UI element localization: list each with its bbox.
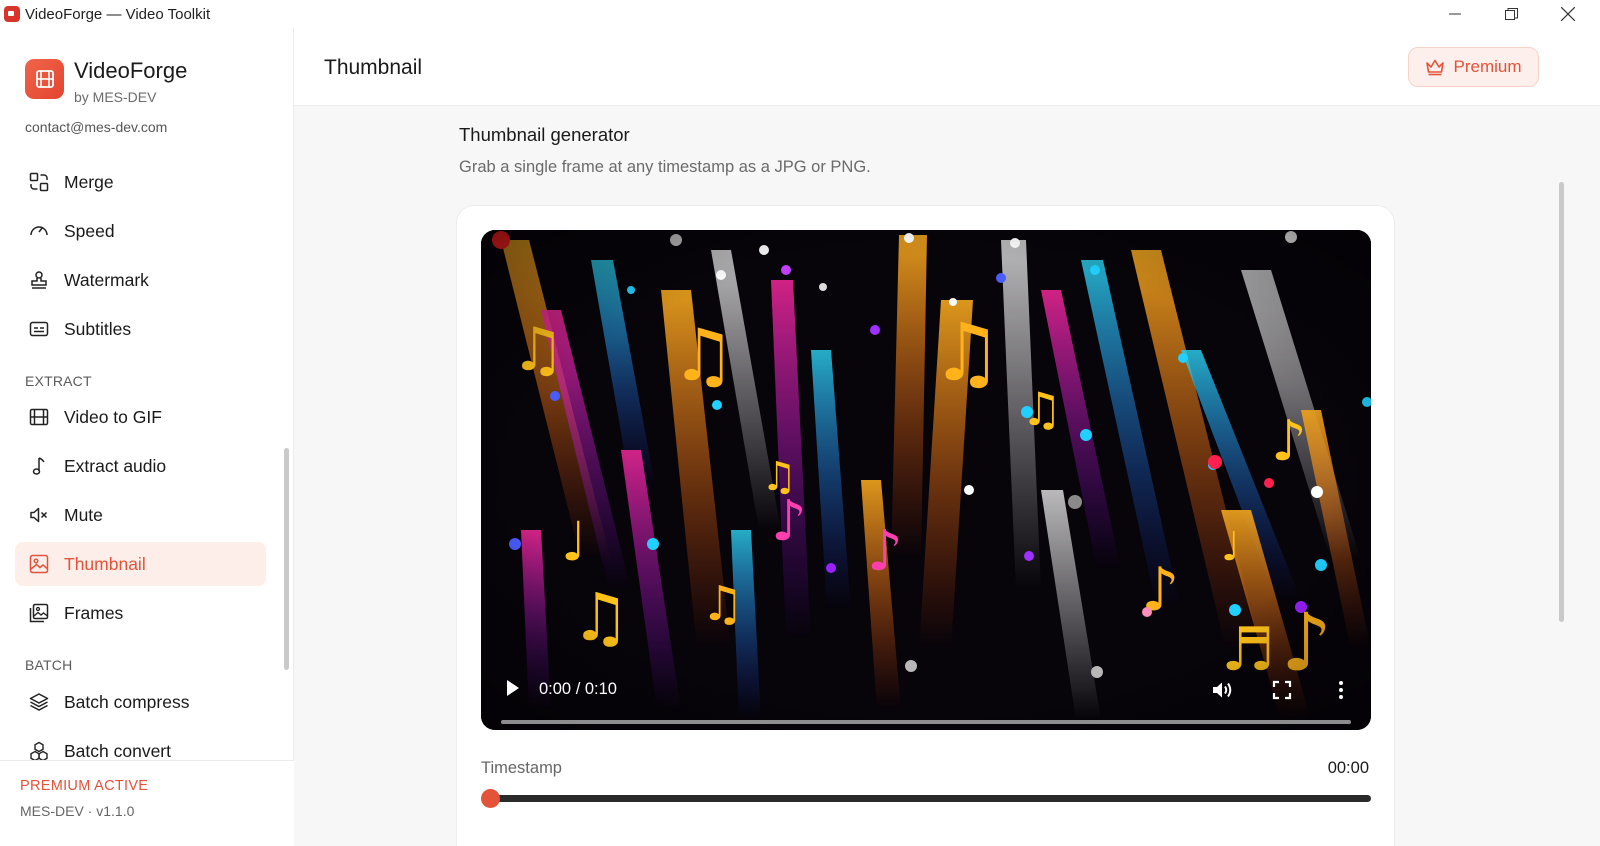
video-controls: 0:00 / 0:10	[481, 650, 1371, 730]
sidebar-item-label: Extract audio	[64, 455, 167, 476]
sidebar-item-label: Video to GIF	[64, 406, 162, 427]
premium-status: PREMIUM ACTIVE	[20, 778, 149, 794]
fullscreen-button[interactable]	[1272, 680, 1292, 700]
gauge-icon	[30, 226, 48, 236]
crown-icon	[1426, 59, 1445, 76]
image-icon	[29, 554, 49, 574]
sidebar-item-speed[interactable]: Speed	[15, 209, 266, 253]
header: Thumbnail Premium	[294, 28, 1600, 106]
sidebar-item-watermark[interactable]: Watermark	[15, 258, 266, 302]
title-bar: VideoForge — Video Toolkit	[0, 0, 1600, 28]
page-title: Thumbnail	[324, 56, 423, 79]
sidebar-item-frames[interactable]: Frames	[15, 591, 266, 635]
merge-icon	[29, 172, 49, 192]
section-label-batch: BATCH	[25, 657, 73, 673]
film-icon	[35, 70, 54, 88]
film-icon	[29, 408, 49, 426]
play-button[interactable]	[503, 676, 523, 700]
section-title: Thumbnail generator	[459, 124, 630, 145]
close-icon	[1561, 7, 1575, 21]
sidebar-item-label: Merge	[64, 171, 114, 192]
sidebar-item-video-to-gif[interactable]: Video to GIF	[15, 395, 266, 439]
video-progress-bar[interactable]	[501, 720, 1351, 724]
sidebar-item-label: Mute	[64, 504, 103, 525]
brand-logo	[25, 59, 64, 99]
sidebar-item-batch-compress[interactable]: Batch compress	[15, 680, 266, 724]
sidebar-item-label: Watermark	[64, 269, 149, 290]
restore-button[interactable]	[1483, 0, 1539, 28]
sidebar-item-label: Subtitles	[64, 318, 132, 339]
timestamp-label: Timestamp	[481, 759, 562, 777]
restore-icon	[1504, 7, 1518, 20]
sidebar-item-mute[interactable]: Mute	[15, 493, 266, 537]
thumbnail-card: ♫ ♫ ♫ ♫ ♫ ♫ ♫ ♪ ♪ ♪ ♪ ♪ ♩ ♩ ♬	[456, 205, 1395, 846]
main-content: Thumbnail generator Grab a single frame …	[294, 106, 1600, 846]
brand-name: VideoForge	[74, 58, 188, 83]
volume-icon	[1213, 682, 1232, 698]
timestamp-slider-track[interactable]	[490, 795, 1371, 802]
sidebar-item-subtitles[interactable]: Subtitles	[15, 307, 266, 351]
sidebar-item-label: Batch compress	[64, 691, 190, 712]
close-button[interactable]	[1540, 0, 1596, 28]
main-scrollbar[interactable]	[1559, 182, 1564, 622]
contact-email[interactable]: contact@mes-dev.com	[25, 119, 167, 135]
sidebar-footer: PREMIUM ACTIVE MES-DEV · v1.1.0	[0, 760, 294, 846]
sidebar-item-thumbnail[interactable]: Thumbnail	[15, 542, 266, 586]
play-icon	[507, 680, 519, 696]
fullscreen-icon	[1272, 680, 1292, 700]
sidebar-item-label: Batch convert	[64, 740, 171, 761]
sidebar-scrollbar[interactable]	[284, 448, 289, 670]
video-time: 0:00 / 0:10	[539, 680, 617, 698]
sidebar-item-label: Speed	[64, 220, 115, 241]
volume-button[interactable]	[1211, 679, 1235, 701]
video-player[interactable]: ♫ ♫ ♫ ♫ ♫ ♫ ♫ ♪ ♪ ♪ ♪ ♪ ♩ ♩ ♬	[481, 230, 1371, 730]
more-vertical-icon	[1339, 681, 1343, 699]
timestamp-value: 00:00	[1327, 759, 1369, 777]
premium-button[interactable]: Premium	[1408, 47, 1539, 87]
section-subtitle: Grab a single frame at any timestamp as …	[459, 158, 871, 176]
minimize-icon	[1449, 13, 1461, 15]
layers-icon	[29, 693, 49, 711]
subtitles-icon	[29, 321, 49, 337]
sidebar-item-label: Frames	[64, 602, 124, 623]
timestamp-slider-thumb[interactable]	[481, 789, 500, 808]
brand-by: by MES-DEV	[74, 89, 157, 105]
sidebar-item-extract-audio[interactable]: Extract audio	[15, 444, 266, 488]
sidebar: VideoForge by MES-DEV contact@mes-dev.co…	[0, 28, 294, 846]
mute-icon	[30, 507, 48, 523]
minimize-button[interactable]	[1427, 0, 1483, 28]
cubes-icon	[30, 741, 48, 761]
section-label-extract: EXTRACT	[25, 373, 92, 389]
version-label: MES-DEV · v1.1.0	[20, 803, 135, 819]
window-title: VideoForge — Video Toolkit	[25, 6, 211, 23]
more-options-button[interactable]	[1333, 679, 1349, 701]
images-icon	[29, 603, 49, 623]
app-icon	[4, 6, 20, 22]
stamp-icon	[31, 271, 47, 289]
premium-button-label: Premium	[1453, 57, 1522, 76]
sidebar-item-label: Thumbnail	[64, 553, 146, 574]
music-note-icon	[32, 457, 45, 475]
sidebar-item-merge[interactable]: Merge	[15, 160, 266, 204]
